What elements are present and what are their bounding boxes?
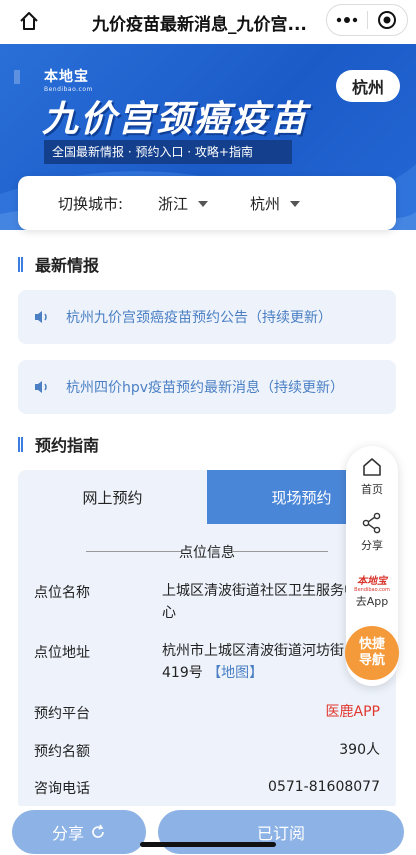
- news-item[interactable]: 杭州九价宫颈癌疫苗预约公告（持续更新）: [18, 290, 396, 344]
- share-button-label: 分享: [51, 824, 84, 843]
- float-home-button[interactable]: 首页: [346, 456, 398, 497]
- news-heading-text: 最新情报: [35, 256, 100, 275]
- more-icon[interactable]: [327, 5, 367, 35]
- news-section-heading: 最新情报: [18, 252, 99, 276]
- home-icon: [363, 458, 381, 476]
- consult-phone-value[interactable]: 0571-81608077: [240, 776, 380, 798]
- location-name-value: 上城区清波街道社区卫生服务中心: [162, 583, 358, 621]
- float-home-label: 首页: [361, 483, 383, 496]
- news-item-text: 杭州九价宫颈癌疫苗预约公告（持续更新）: [66, 310, 332, 326]
- row-label: 预约名额: [34, 744, 90, 760]
- top-bar: 九价疫苗最新消息_九价宫...: [0, 0, 416, 44]
- bendibao-mini-logo: 本地宝: [357, 576, 387, 587]
- logo-text: 本地宝: [44, 69, 89, 85]
- map-link[interactable]: 【地图】: [207, 665, 263, 681]
- row-label: 咨询电话: [34, 781, 90, 797]
- bottom-bar: 分享 已订阅: [0, 806, 416, 855]
- row-label: 点位名称: [34, 585, 90, 601]
- row-label: 预约平台: [34, 706, 90, 722]
- section-marker: [18, 436, 23, 452]
- news-item-text: 杭州四价hpv疫苗预约最新消息（持续更新）: [66, 380, 345, 396]
- guide-section-heading: 预约指南: [18, 432, 99, 456]
- home-icon[interactable]: [14, 6, 44, 36]
- close-target-icon[interactable]: [367, 5, 407, 35]
- speaker-icon: [35, 381, 47, 393]
- location-info-divider: 点位信息: [18, 540, 396, 562]
- float-app-button[interactable]: 本地宝 Bendibao.com 去App: [346, 572, 398, 609]
- province-value: 浙江: [158, 195, 189, 213]
- banner-headline: 九价宫颈癌疫苗: [42, 99, 309, 140]
- section-marker: [18, 256, 23, 272]
- divider-line: [232, 551, 328, 552]
- share-button[interactable]: 分享: [12, 810, 146, 854]
- bendibao-mini-sub: Bendibao.com: [354, 587, 390, 593]
- city-switch-card: 切换城市: 浙江 杭州: [18, 176, 396, 230]
- city-value: 杭州: [250, 195, 281, 213]
- quick-nav-line1: 快捷: [358, 637, 385, 652]
- city-switch-label: 切换城市:: [58, 195, 124, 213]
- caret-down-icon: [290, 200, 301, 207]
- caret-down-icon: [198, 200, 209, 207]
- float-app-label: 去App: [355, 595, 389, 608]
- float-share-label: 分享: [361, 539, 383, 552]
- float-share-button[interactable]: 分享: [346, 512, 398, 553]
- guide-card: 网上预约 现场预约 点位信息 点位名称 上城区清波街道社区卫生服务中心 点位地址…: [18, 470, 396, 810]
- location-address-value: 杭州市上城区清波街道河坊街419号 【地图】: [162, 640, 362, 684]
- row-label: 点位地址: [34, 645, 90, 661]
- mini-program-capsule: [326, 4, 408, 36]
- guide-heading-text: 预约指南: [35, 436, 100, 455]
- page-title: 九价疫苗最新消息_九价宫...: [92, 15, 307, 35]
- refresh-icon: [92, 824, 104, 838]
- booking-quota-value: 390人: [339, 742, 380, 758]
- banner-tagline: 全国最新情报 · 预约入口 · 攻略+指南: [44, 140, 292, 164]
- speaker-icon: [35, 311, 47, 323]
- location-info-title: 点位信息: [179, 545, 235, 561]
- city-pill-button[interactable]: 杭州: [336, 70, 400, 102]
- quick-nav-button[interactable]: 快捷 导航: [345, 626, 399, 680]
- news-item[interactable]: 杭州四价hpv疫苗预约最新消息（持续更新）: [18, 360, 396, 414]
- booking-platform-value[interactable]: 医鹿APP: [276, 701, 380, 723]
- quick-nav-line2: 导航: [358, 653, 385, 668]
- subscribed-button[interactable]: 已订阅: [158, 810, 404, 854]
- home-indicator: [140, 842, 276, 847]
- city-dropdown[interactable]: 杭州: [250, 193, 301, 214]
- share-icon: [362, 512, 381, 534]
- province-dropdown[interactable]: 浙江: [158, 193, 209, 214]
- tab-online-booking[interactable]: 网上预约: [18, 470, 207, 524]
- bendibao-logo: 本地宝 Bendibao.com: [44, 66, 93, 93]
